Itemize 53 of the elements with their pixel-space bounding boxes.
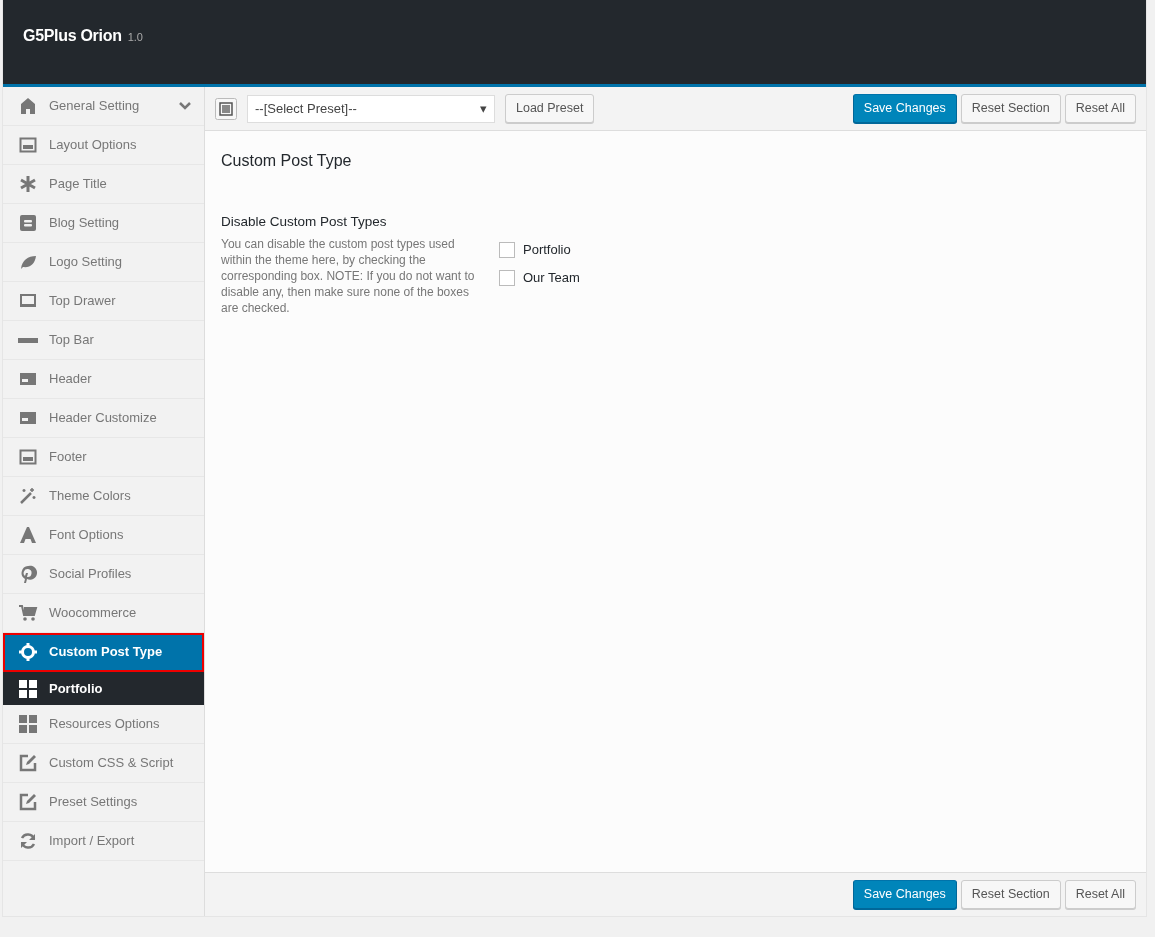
checkbox-label: Our Team: [523, 268, 580, 287]
sidebar-subitem[interactable]: Portfolio: [3, 672, 204, 705]
field-description: You can disable the custom post types used within the theme here, by checking the corresponding box. NOTE: If you do not want to disable any, then make sure none of the boxes are checked.: [221, 236, 476, 317]
grid-icon: [18, 678, 38, 699]
sidebar-item[interactable]: Font Options: [3, 516, 204, 555]
refresh-icon: [18, 831, 38, 851]
sidebar-item[interactable]: Resources Options: [3, 705, 204, 744]
sidebar-item[interactable]: Header Customize: [3, 399, 204, 438]
reset-button[interactable]: Reset All: [1064, 94, 1136, 123]
sidebar-item[interactable]: Blog Setting: [3, 204, 204, 243]
blog-icon: [18, 213, 38, 233]
load-preset-button[interactable]: Load Preset: [505, 94, 595, 123]
asterisk-icon: [18, 174, 38, 194]
sidebar-item[interactable]: General Setting: [3, 87, 204, 126]
minus-icon: [18, 337, 38, 343]
section-title: Custom Post Type: [221, 151, 353, 171]
layout-icon: [18, 447, 38, 467]
sidebar-item[interactable]: Social Profiles: [3, 555, 204, 594]
preset-select[interactable]: --[Select Preset]-- ▾: [247, 94, 495, 123]
letter-a-icon: [18, 525, 38, 545]
magic-wand-icon: [18, 486, 38, 506]
reset-button[interactable]: Reset Section: [960, 880, 1061, 909]
crosshair-icon: [18, 642, 38, 662]
sidebar-item[interactable]: Top Drawer: [3, 282, 204, 321]
dropdown-arrow-icon: ▾: [480, 98, 487, 119]
sidebar-item[interactable]: Preset Settings: [3, 783, 204, 822]
version-label: 1.0: [127, 31, 143, 43]
edit-icon: [18, 753, 38, 773]
save-button[interactable]: Save Changes: [852, 880, 957, 909]
checkbox-label: Portfolio: [523, 241, 571, 260]
sidebar-item[interactable]: Logo Setting: [3, 243, 204, 282]
cart-icon: [18, 603, 38, 623]
sidebar-item[interactable]: Layout Options: [3, 126, 204, 165]
layout-toggle-icon[interactable]: [215, 97, 237, 120]
home-icon: [18, 96, 38, 116]
sidebar-item[interactable]: Header: [3, 360, 204, 399]
sidebar-item[interactable]: Custom CSS & Script: [3, 744, 204, 783]
app-title: G5Plus Orion: [23, 27, 122, 44]
edit-icon: [18, 792, 38, 812]
sidebar-item[interactable]: Import / Export: [3, 822, 204, 861]
sidebar-item[interactable]: Custom Post Type: [3, 633, 204, 672]
reset-button[interactable]: Reset Section: [960, 94, 1061, 123]
reset-button[interactable]: Reset All: [1064, 880, 1136, 909]
checkbox[interactable]: [499, 269, 515, 286]
field-title: Disable Custom Post Types: [221, 213, 388, 232]
sidebar-item[interactable]: Top Bar: [3, 321, 204, 360]
save-button[interactable]: Save Changes: [852, 94, 957, 123]
sidebar-item[interactable]: Theme Colors: [3, 477, 204, 516]
sidebar-item[interactable]: Page Title: [3, 165, 204, 204]
grid-icon: [18, 714, 38, 734]
checkbox[interactable]: [499, 242, 515, 259]
sidebar-item[interactable]: Footer: [3, 438, 204, 477]
layout-icon: [18, 135, 38, 155]
